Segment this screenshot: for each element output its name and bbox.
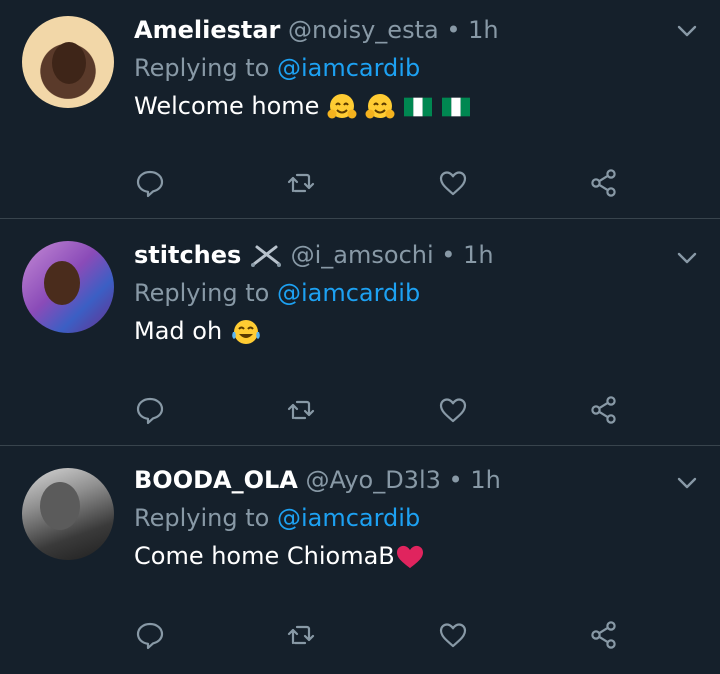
tweet-body: BOODA_OLA @Ayo_D3l3 • 1h Replying to @ia… [134, 464, 700, 572]
share-icon[interactable] [588, 394, 620, 426]
tweet-text-content: Come home ChiomaB [134, 542, 395, 570]
share-icon[interactable] [588, 167, 620, 199]
avatar[interactable] [22, 468, 114, 560]
timestamp[interactable]: 1h [463, 241, 493, 269]
timestamp[interactable]: 1h [470, 466, 500, 494]
tears-of-joy-icon [232, 320, 260, 344]
avatar[interactable] [22, 16, 114, 108]
tweet-text: Come home ChiomaB [134, 540, 700, 572]
replying-to-line: Replying to @iamcardib [134, 502, 700, 534]
display-name[interactable]: stitches [134, 241, 241, 269]
tweet-text-content: Mad oh [134, 317, 223, 345]
tweet-actions [134, 393, 620, 427]
user-handle[interactable]: @i_amsochi [291, 241, 434, 269]
red-heart-icon [396, 545, 423, 569]
tweet-body: Ameliestar @noisy_esta • 1h Replying to … [134, 14, 700, 122]
tweet-text: Welcome home [134, 90, 700, 122]
replying-prefix: Replying to [134, 504, 270, 532]
separator-dot: • [441, 241, 456, 269]
avatar-face [40, 482, 80, 530]
display-name[interactable]: Ameliestar [134, 16, 280, 44]
separator-dot: • [448, 466, 463, 494]
user-handle[interactable]: @Ayo_D3l3 [306, 466, 441, 494]
hugging-face-icon [327, 94, 357, 119]
crossed-swords-icon [250, 245, 281, 267]
chevron-down-icon[interactable] [676, 472, 698, 494]
tweet-header: BOODA_OLA @Ayo_D3l3 • 1h [134, 464, 700, 496]
separator-dot: • [446, 16, 461, 44]
like-heart-icon[interactable] [437, 619, 469, 651]
tweet[interactable]: stitches @i_amsochi • 1h Replying to @ia… [0, 219, 720, 446]
tweet-header: stitches @i_amsochi • 1h [134, 239, 700, 271]
reply-icon[interactable] [134, 394, 166, 426]
replying-prefix: Replying to [134, 54, 270, 82]
replying-to-line: Replying to @iamcardib [134, 52, 700, 84]
user-handle[interactable]: @noisy_esta [288, 16, 439, 44]
share-icon[interactable] [588, 619, 620, 651]
reply-icon[interactable] [134, 619, 166, 651]
tweet-text: Mad oh [134, 315, 700, 347]
retweet-icon[interactable] [285, 167, 317, 199]
display-name[interactable]: BOODA_OLA [134, 466, 298, 494]
replying-prefix: Replying to [134, 279, 270, 307]
avatar-face [52, 42, 86, 84]
reply-icon[interactable] [134, 167, 166, 199]
like-heart-icon[interactable] [437, 394, 469, 426]
hugging-face-icon [365, 94, 395, 119]
nigeria-flag-icon [442, 97, 471, 117]
mention-link[interactable]: @iamcardib [277, 504, 420, 532]
mention-link[interactable]: @iamcardib [277, 279, 420, 307]
replying-to-line: Replying to @iamcardib [134, 277, 700, 309]
retweet-icon[interactable] [285, 619, 317, 651]
tweet[interactable]: BOODA_OLA @Ayo_D3l3 • 1h Replying to @ia… [0, 446, 720, 673]
tweet-text-content: Welcome home [134, 92, 320, 120]
timestamp[interactable]: 1h [468, 16, 498, 44]
chevron-down-icon[interactable] [676, 20, 698, 42]
tweet[interactable]: Ameliestar @noisy_esta • 1h Replying to … [0, 0, 720, 219]
tweet-actions [134, 166, 620, 200]
tweet-header: Ameliestar @noisy_esta • 1h [134, 14, 700, 46]
like-heart-icon[interactable] [437, 167, 469, 199]
tweet-body: stitches @i_amsochi • 1h Replying to @ia… [134, 239, 700, 347]
tweet-actions [134, 618, 620, 652]
mention-link[interactable]: @iamcardib [277, 54, 420, 82]
avatar-face [44, 261, 80, 305]
avatar[interactable] [22, 241, 114, 333]
retweet-icon[interactable] [285, 394, 317, 426]
nigeria-flag-icon [404, 97, 433, 117]
reply-feed: Ameliestar @noisy_esta • 1h Replying to … [0, 0, 720, 674]
chevron-down-icon[interactable] [676, 247, 698, 269]
